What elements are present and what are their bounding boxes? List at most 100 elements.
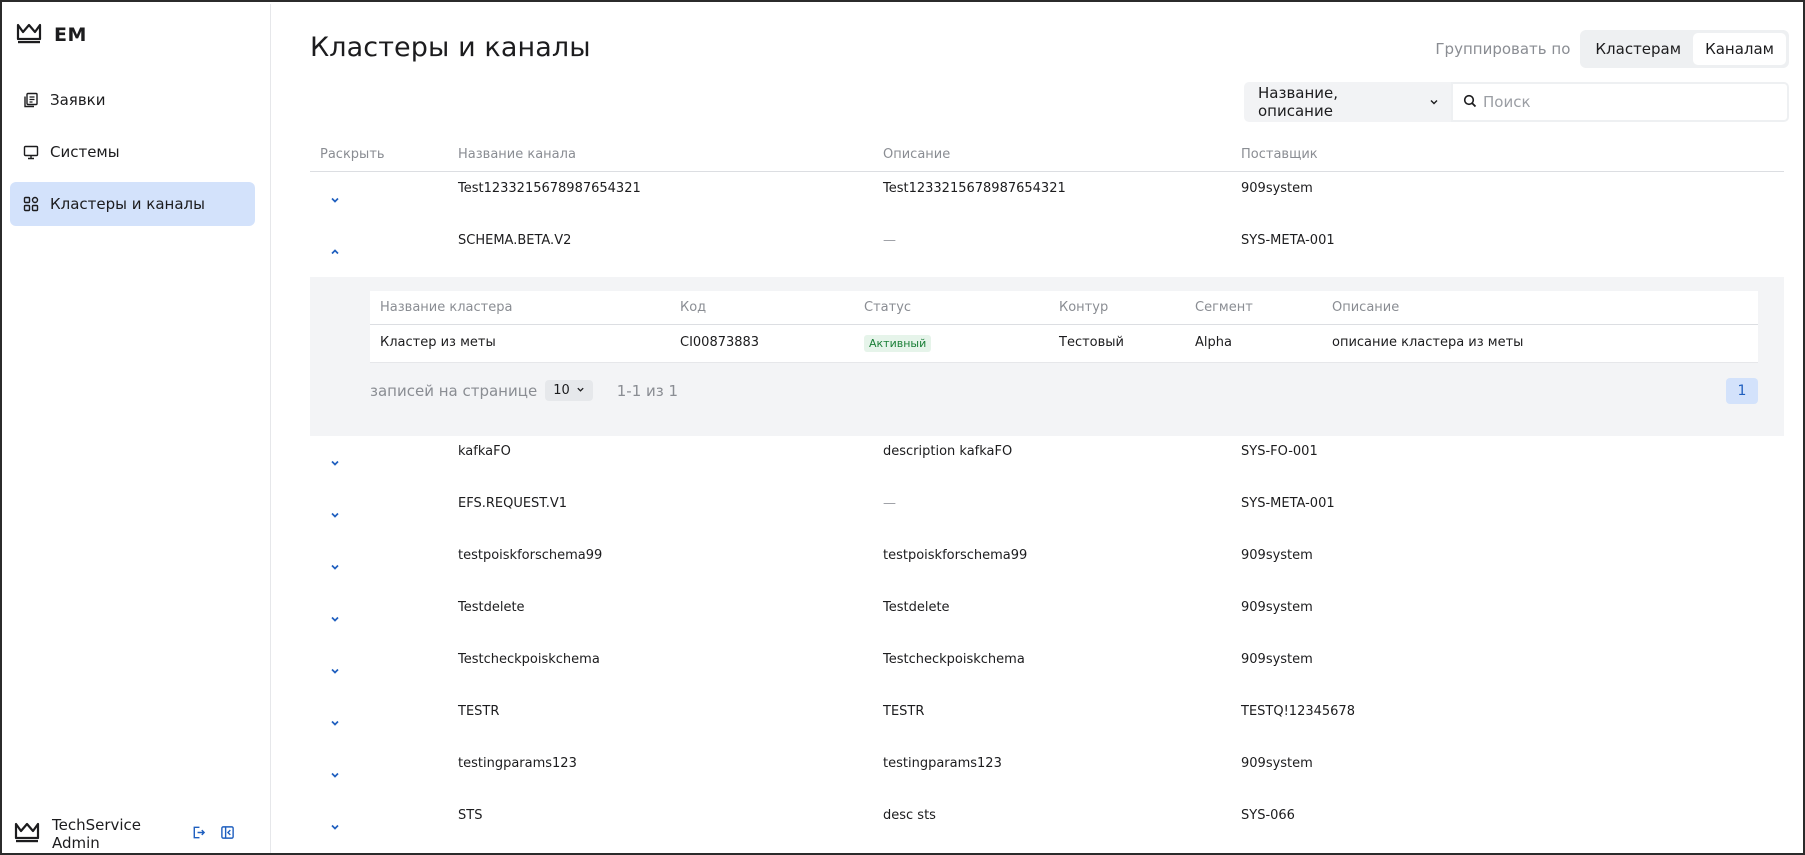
status-badge: Активный — [864, 335, 932, 352]
table-row: TESTR TESTR TESTQ!12345678 — [310, 696, 1784, 748]
cluster-row[interactable]: Кластер из меты CI00873883 Активный Тест… — [370, 325, 1758, 363]
sidebar-item-label: Системы — [50, 143, 120, 161]
col-header-expand: Раскрыть — [320, 147, 385, 162]
group-by-channels-button[interactable]: Каналам — [1693, 33, 1786, 65]
channel-name: STS — [458, 808, 483, 823]
clusters-subtable-header: Название кластера Код Статус Контур Сегм… — [370, 291, 1758, 325]
channel-provider: 909system — [1241, 756, 1313, 771]
user-panel: TechService Admin — [14, 816, 235, 852]
monitor-icon — [22, 143, 40, 161]
channel-description: TESTR — [883, 704, 925, 719]
sidebar-item-label: Заявки — [50, 91, 106, 109]
collapse-chevron-up-icon[interactable] — [326, 243, 344, 261]
search-field-select[interactable]: Название, описание — [1244, 82, 1451, 122]
col-header-description: Описание — [883, 147, 951, 162]
channel-name: kafkaFO — [458, 444, 511, 459]
crown-avatar-icon — [14, 821, 40, 847]
cluster-segment: Alpha — [1195, 335, 1232, 350]
table-row: SCHEMA.BETA.V2 — SYS-META-001 — [310, 225, 1784, 277]
col-header-contour: Контур — [1059, 300, 1109, 315]
channel-provider: 909system — [1241, 652, 1313, 667]
collapse-sidebar-icon[interactable] — [220, 825, 235, 844]
clusters-subtable: Название кластера Код Статус Контур Сегм… — [370, 291, 1758, 419]
expand-chevron-down-icon[interactable] — [326, 558, 344, 576]
channel-description: testingparams123 — [883, 756, 1002, 771]
channel-description: desc sts — [883, 808, 936, 823]
channel-name: EFS.REQUEST.V1 — [458, 496, 568, 511]
col-header-channel-name: Название канала — [458, 147, 576, 162]
channel-name: Testcheckpoiskchema — [458, 652, 600, 667]
table-body: Test1233215678987654321 Test123321567898… — [310, 173, 1784, 852]
channel-description: — — [883, 233, 896, 248]
col-header-status: Статус — [864, 300, 912, 315]
expanded-clusters-panel: Название кластера Код Статус Контур Сегм… — [310, 277, 1784, 436]
group-by-segmented: Кластерам Каналам — [1580, 30, 1789, 68]
expand-chevron-down-icon[interactable] — [326, 191, 344, 209]
channel-description: Testdelete — [883, 600, 950, 615]
table-row: testingparams123 testingparams123 909sys… — [310, 748, 1784, 800]
search-box — [1451, 82, 1789, 122]
search-icon — [1463, 93, 1477, 112]
expand-chevron-down-icon[interactable] — [326, 454, 344, 472]
channel-provider: 909system — [1241, 181, 1313, 196]
user-name: TechService Admin — [52, 816, 142, 852]
expand-chevron-down-icon[interactable] — [326, 766, 344, 784]
channel-provider: SYS-META-001 — [1241, 233, 1335, 248]
table-row: Test1233215678987654321 Test123321567898… — [310, 173, 1784, 225]
sidebar: EM Заявки Системы Кластеры и каналы Tech… — [4, 4, 271, 853]
sidebar-item-label: Кластеры и каналы — [50, 195, 205, 213]
page-range: 1-1 из 1 — [616, 381, 679, 400]
expand-chevron-down-icon[interactable] — [326, 506, 344, 524]
channel-description: testpoiskforschema99 — [883, 548, 1028, 563]
cluster-name: Кластер из меты — [380, 335, 496, 350]
channel-description: Test1233215678987654321 — [883, 181, 1066, 196]
table-row: Testdelete Testdelete 909system — [310, 592, 1784, 644]
cluster-contour: Тестовый — [1059, 335, 1124, 350]
chevron-down-icon — [576, 383, 585, 398]
channel-provider: TESTQ!12345678 — [1241, 704, 1355, 719]
channel-name: Testdelete — [458, 600, 525, 615]
channel-provider: 909system — [1241, 600, 1313, 615]
group-by-label: Группировать по — [1435, 40, 1571, 58]
crown-logo-icon — [16, 22, 42, 48]
page-title: Кластеры и каналы — [310, 32, 591, 63]
pagination-left: записей на странице 10 1-1 из 1 — [370, 380, 678, 401]
sidebar-item-requests[interactable]: Заявки — [10, 78, 255, 122]
channel-description: — — [883, 496, 896, 511]
group-by-clusters-button[interactable]: Кластерам — [1583, 33, 1693, 65]
table-row: kafkaFO description kafkaFO SYS-FO-001 — [310, 436, 1784, 488]
per-page-label: записей на странице — [370, 381, 538, 400]
per-page-select[interactable]: 10 — [545, 380, 593, 401]
search-field-select-value: Название, описание — [1258, 84, 1339, 120]
page-number-button[interactable]: 1 — [1726, 378, 1758, 404]
expand-chevron-down-icon[interactable] — [326, 662, 344, 680]
channel-provider: SYS-FO-001 — [1241, 444, 1318, 459]
user-actions — [191, 825, 235, 844]
expand-chevron-down-icon[interactable] — [326, 714, 344, 732]
grid-icon — [22, 195, 40, 213]
channel-provider: 909system — [1241, 548, 1313, 563]
sidebar-item-clusters-channels[interactable]: Кластеры и каналы — [10, 182, 255, 226]
channel-provider: SYS-066 — [1241, 808, 1295, 823]
sidebar-item-systems[interactable]: Системы — [10, 130, 255, 174]
logo-text: EM — [54, 24, 87, 46]
group-by-control: Группировать по Кластерам Каналам — [1435, 30, 1789, 68]
search-input[interactable] — [1483, 93, 1763, 111]
expand-chevron-down-icon[interactable] — [326, 818, 344, 836]
documents-icon — [22, 91, 40, 109]
channel-name: testingparams123 — [458, 756, 577, 771]
channel-description: description kafkaFO — [883, 444, 1013, 459]
col-header-cluster-name: Название кластера — [380, 300, 513, 315]
logo[interactable]: EM — [16, 22, 87, 48]
channel-description: Testcheckpoiskchema — [883, 652, 1025, 667]
expand-chevron-down-icon[interactable] — [326, 610, 344, 628]
cluster-description: описание кластера из меты — [1332, 335, 1524, 350]
col-header-provider: Поставщик — [1241, 147, 1318, 162]
main-content: Кластеры и каналы Группировать по Класте… — [272, 4, 1803, 853]
table-row: EFS.REQUEST.V1 — SYS-META-001 — [310, 488, 1784, 540]
channel-name: TESTR — [458, 704, 500, 719]
channel-name: testpoiskforschema99 — [458, 548, 603, 563]
cluster-code: CI00873883 — [680, 335, 760, 350]
logout-icon[interactable] — [191, 825, 206, 844]
sidebar-nav: Заявки Системы Кластеры и каналы — [10, 78, 255, 234]
